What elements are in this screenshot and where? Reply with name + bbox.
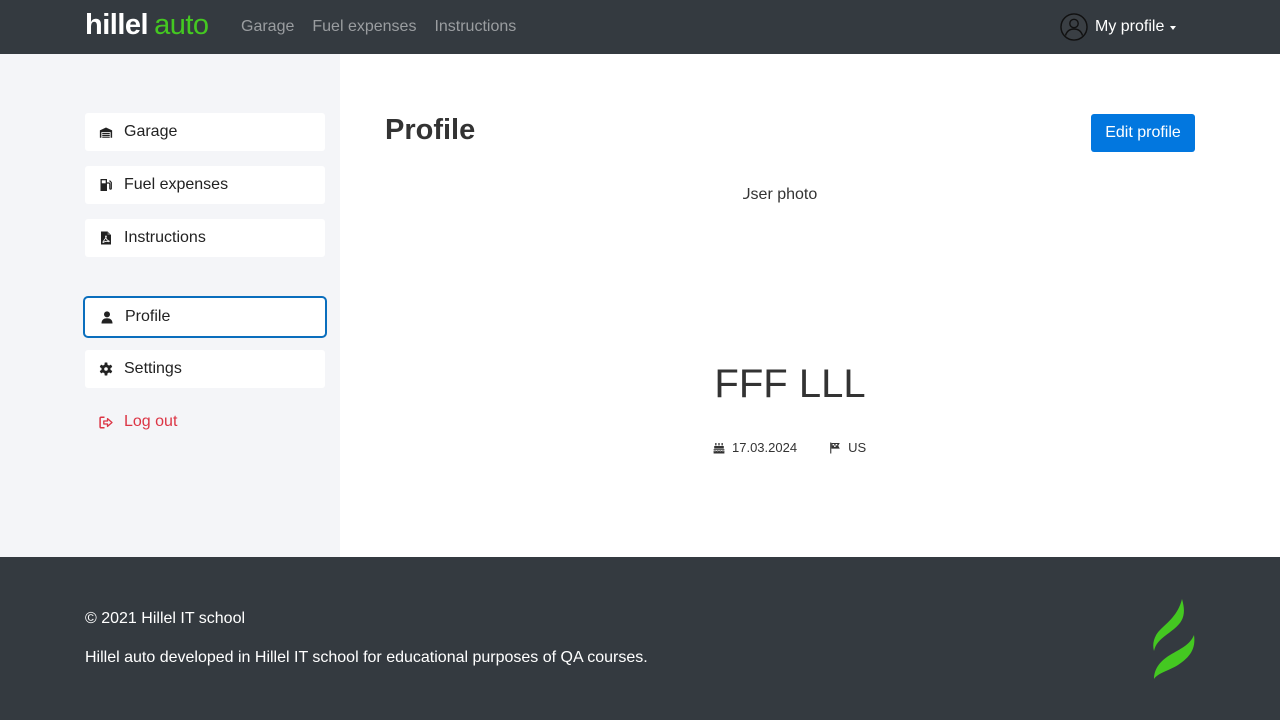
sidebar-item-label: Profile [125,308,171,325]
sidebar-item-settings[interactable]: Settings [85,350,325,388]
logout-icon [99,415,113,429]
footer: © 2021 Hillel IT school Hillel auto deve… [0,557,1280,720]
sidebar-item-garage[interactable]: Garage [85,113,325,151]
top-nav: Garage Fuel expenses Instructions [241,0,534,54]
sidebar-item-logout[interactable]: Log out [85,403,325,441]
my-profile-dropdown[interactable]: My profile [1060,13,1177,41]
birth-date-value: 17.03.2024 [732,440,798,455]
my-profile-label: My profile [1095,18,1165,35]
top-navbar: hillel auto Garage Fuel expenses Instruc… [0,0,1280,54]
sidebar-item-instructions[interactable]: Instructions [85,219,325,257]
nav-link-garage[interactable]: Garage [241,18,294,36]
user-full-name: FFF LLL [714,362,866,406]
edit-profile-button[interactable]: Edit profile [1091,114,1195,152]
sidebar-item-label: Instructions [124,229,206,246]
copyright-text: © 2021 Hillel IT school [85,610,246,627]
sidebar-item-fuel-expenses[interactable]: Fuel expenses [85,166,325,204]
chevron-down-icon [1170,26,1177,30]
hillel-leaf-logo-icon [1153,599,1195,679]
sidebar-item-label: Settings [124,360,182,377]
gear-icon [99,362,113,376]
country-value: US [848,440,867,455]
birth-date: 17.03.2024 [713,440,797,455]
hillel-auto-logo[interactable]: hillel auto [85,9,209,43]
page-title: Profile [385,114,476,146]
nav-link-fuel-expenses[interactable]: Fuel expenses [312,18,416,36]
sidebar-item-label: Log out [124,413,178,430]
footer-description: Hillel auto developed in Hillel IT schoo… [85,649,648,666]
fuel-icon [99,178,113,192]
country: US [829,440,866,455]
garage-icon [99,125,113,139]
person-icon [100,310,114,324]
user-photo: User photo [743,186,843,204]
profile-meta: 17.03.2024 US [713,440,898,455]
flag-icon [830,442,840,453]
birthday-cake-icon [713,442,725,453]
document-icon [99,231,113,245]
main-content: Profile Edit profile User photo FFF LLL … [340,54,1280,557]
sidebar-item-label: Garage [124,123,178,140]
logo-text-hillel: hillel [85,9,149,41]
user-photo-alt-text: User photo [743,186,818,203]
user-avatar-icon [1060,13,1088,41]
sidebar-item-label: Fuel expenses [124,176,229,193]
sidebar: Garage Fuel expenses Instructions Profil… [0,54,340,557]
nav-link-instructions[interactable]: Instructions [434,18,516,36]
sidebar-item-profile[interactable]: Profile [83,296,327,338]
logo-text-auto: auto [154,9,209,41]
